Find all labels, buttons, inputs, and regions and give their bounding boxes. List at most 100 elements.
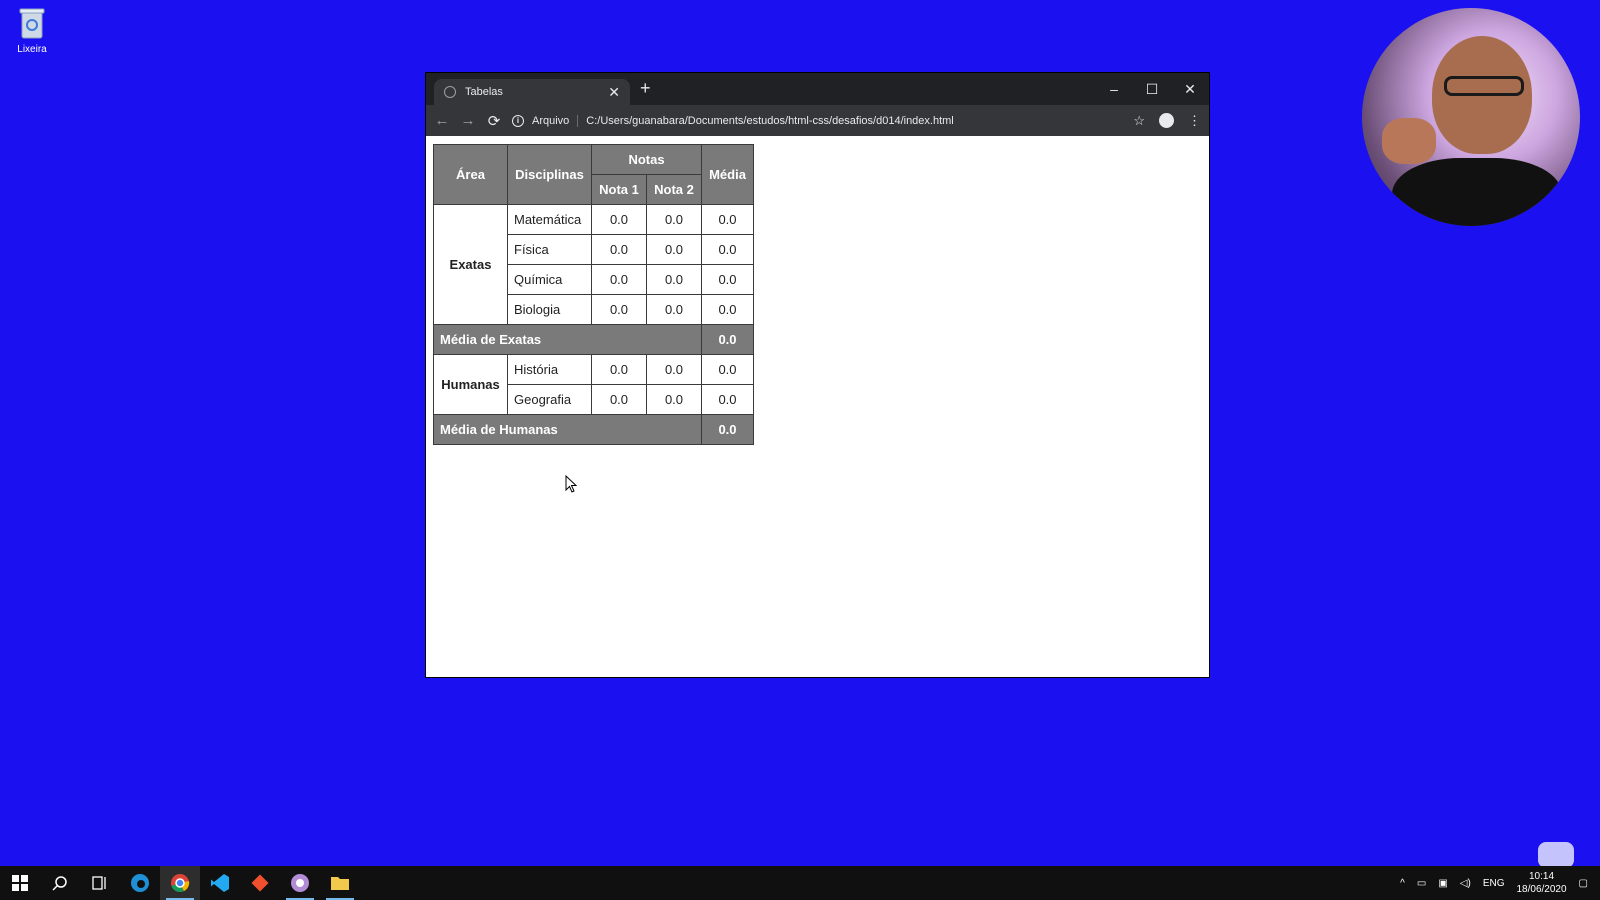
taskbar-recorder[interactable] [280,866,320,900]
cell-nota2: 0.0 [646,294,702,325]
recorder-icon [291,874,309,892]
area-exatas: Exatas [433,204,508,325]
header-nota2: Nota 2 [646,174,702,205]
recycle-bin-icon [17,6,47,40]
bookmark-star-icon[interactable]: ☆ [1133,113,1145,129]
task-view-icon [92,876,106,890]
area-humanas: Humanas [433,354,508,415]
chrome-icon [171,874,190,892]
cell-nota1: 0.0 [591,234,647,265]
presenter-hand [1382,118,1436,164]
task-view-button[interactable] [80,866,120,900]
minimize-button[interactable]: – [1095,73,1133,105]
close-window-button[interactable]: ✕ [1171,73,1209,105]
youtube-badge-icon [1538,842,1574,868]
webcam-overlay [1362,8,1580,226]
profile-avatar-icon[interactable] [1159,113,1174,128]
search-button[interactable] [40,866,80,900]
network-icon[interactable]: ▣ [1438,878,1447,889]
taskbar-clock[interactable]: 10:14 18/06/2020 [1516,870,1566,896]
forward-button[interactable]: → [460,112,476,129]
presenter-shirt [1392,158,1562,226]
folder-icon [331,877,349,890]
cell-nota2: 0.0 [646,354,702,385]
header-disciplinas: Disciplinas [507,144,592,205]
system-tray: ^ ▭ ▣ ◁) ENG 10:14 18/06/2020 ▢ [1400,866,1600,900]
cell-media: 0.0 [701,294,754,325]
taskbar-chrome[interactable] [160,866,200,900]
page-viewport: Área Disciplinas Notas Média Nota 1 Nota… [426,136,1209,677]
cell-nota1: 0.0 [591,354,647,385]
language-indicator[interactable]: ENG [1483,878,1505,889]
taskbar-file-explorer[interactable] [320,866,360,900]
vscode-icon [211,874,229,892]
header-nota1: Nota 1 [591,174,647,205]
taskbar-edge[interactable] [120,866,160,900]
summary-value-humanas: 0.0 [701,414,754,445]
summary-label-exatas: Média de Exatas [433,324,702,355]
browser-titlebar: Tabelas ✕ + – ☐ ✕ [426,73,1209,105]
git-icon [251,874,269,892]
clock-date: 18/06/2020 [1516,884,1567,895]
address-scheme: Arquivo [532,114,579,127]
summary-row-humanas: Média de Humanas 0.0 [433,414,754,445]
window-controls: – ☐ ✕ [1095,73,1209,105]
cell-media: 0.0 [701,264,754,295]
battery-icon[interactable]: ▭ [1417,878,1426,889]
cell-disciplina: Química [507,264,592,295]
taskbar-vscode[interactable] [200,866,240,900]
cell-nota2: 0.0 [646,264,702,295]
cell-nota2: 0.0 [646,204,702,235]
header-media: Média [701,144,754,205]
cell-nota2: 0.0 [646,384,702,415]
summary-value-exatas: 0.0 [701,324,754,355]
cell-disciplina: Geografia [507,384,592,415]
globe-icon [444,86,456,98]
cell-media: 0.0 [701,384,754,415]
taskbar-git[interactable] [240,866,280,900]
cell-nota1: 0.0 [591,204,647,235]
cell-nota1: 0.0 [591,294,647,325]
summary-row-exatas: Média de Exatas 0.0 [433,324,754,355]
menu-icon[interactable]: ⋮ [1188,113,1201,129]
clock-time: 10:14 [1529,871,1555,882]
tab-close-icon[interactable]: ✕ [608,85,620,99]
grades-table: Área Disciplinas Notas Média Nota 1 Nota… [433,144,754,445]
mouse-cursor-icon [565,475,577,493]
notifications-icon[interactable]: ▢ [1579,878,1588,889]
address-url[interactable]: C:/Users/guanabara/Documents/estudos/htm… [586,115,953,127]
cell-nota1: 0.0 [591,384,647,415]
back-button[interactable]: ← [434,112,450,129]
cell-media: 0.0 [701,234,754,265]
address-bar[interactable]: i Arquivo C:/Users/guanabara/Documents/e… [512,109,1123,133]
browser-toolbar: ← → ⟳ i Arquivo C:/Users/guanabara/Docum… [426,105,1209,136]
toolbar-right: ☆ ⋮ [1133,113,1201,129]
summary-label-humanas: Média de Humanas [433,414,702,445]
start-button[interactable] [0,866,40,900]
cell-nota2: 0.0 [646,234,702,265]
cell-disciplina: Matemática [507,204,592,235]
cell-disciplina: Física [507,234,592,265]
info-icon[interactable]: i [512,114,524,127]
edge-icon [131,874,149,892]
cell-nota1: 0.0 [591,264,647,295]
windows-icon [12,875,28,891]
recycle-bin[interactable]: Lixeira [10,6,54,55]
browser-window: Tabelas ✕ + – ☐ ✕ ← → ⟳ i Arquivo C:/Use… [426,73,1209,677]
table-row: Exatas Matemática 0.0 0.0 0.0 [433,204,754,325]
reload-button[interactable]: ⟳ [486,112,502,130]
cell-media: 0.0 [701,204,754,235]
cell-disciplina: Biologia [507,294,592,325]
cell-disciplina: História [507,354,592,385]
tab-title: Tabelas [465,86,503,98]
table-row: Humanas História 0.0 0.0 0.0 [433,354,754,415]
maximize-button[interactable]: ☐ [1133,73,1171,105]
volume-icon[interactable]: ◁) [1460,878,1471,889]
tab-tabelas[interactable]: Tabelas ✕ [434,79,630,105]
search-icon [52,876,67,891]
new-tab-button[interactable]: + [640,79,651,97]
tray-chevron-up-icon[interactable]: ^ [1400,878,1405,889]
presenter-glasses [1444,76,1524,96]
header-area: Área [433,144,508,205]
taskbar: ^ ▭ ▣ ◁) ENG 10:14 18/06/2020 ▢ [0,866,1600,900]
